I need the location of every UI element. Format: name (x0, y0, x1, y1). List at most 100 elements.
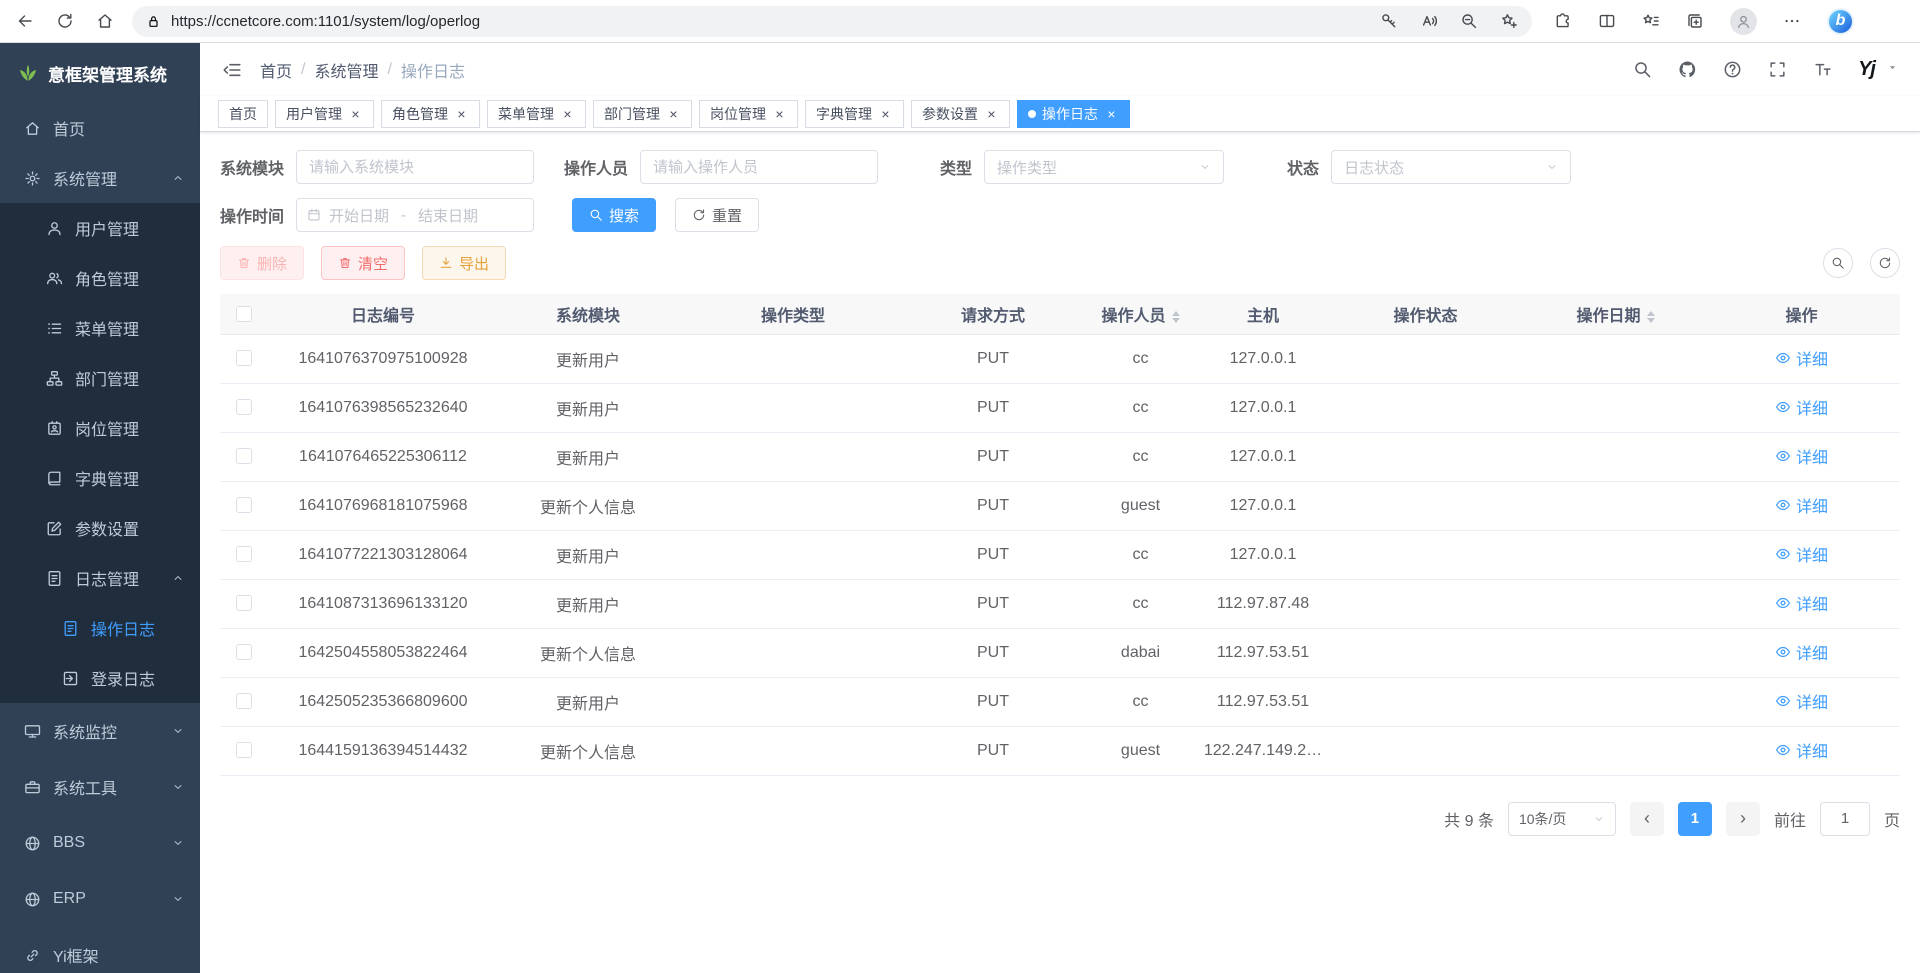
sidebar-item-home[interactable]: 首页 (0, 103, 200, 153)
tab-role-management[interactable]: 角色管理× (381, 100, 480, 128)
reset-button[interactable]: 重置 (675, 198, 759, 232)
operator-input[interactable] (653, 159, 865, 176)
avatar-caret-icon[interactable] (1887, 62, 1898, 73)
sidebar-item-param-settings[interactable]: 参数设置 (0, 503, 200, 553)
font-size-icon[interactable] (1813, 60, 1832, 79)
col-operator[interactable]: 操作人员 (1078, 294, 1203, 334)
user-avatar[interactable]: Yj (1858, 58, 1875, 81)
page-number-button[interactable]: 1 (1678, 802, 1712, 836)
extensions-icon[interactable] (1554, 12, 1572, 30)
tab-user-management[interactable]: 用户管理× (275, 100, 374, 128)
delete-button[interactable]: 删除 (220, 246, 304, 280)
row-checkbox[interactable] (236, 595, 252, 611)
goto-page-input[interactable] (1820, 802, 1870, 836)
collections-icon[interactable] (1686, 12, 1704, 30)
close-icon[interactable]: × (1104, 106, 1119, 121)
toggle-search-button[interactable] (1823, 248, 1853, 278)
detail-link[interactable]: 详细 (1775, 640, 1828, 664)
breadcrumb-home[interactable]: 首页 (260, 58, 292, 82)
close-icon[interactable]: × (666, 106, 681, 121)
detail-link[interactable]: 详细 (1775, 542, 1828, 566)
search-icon[interactable] (1633, 60, 1652, 79)
detail-link[interactable]: 详细 (1775, 689, 1828, 713)
copilot-icon[interactable]: b (1827, 8, 1854, 35)
sidebar-item-log-management[interactable]: 日志管理 (0, 553, 200, 603)
github-icon[interactable] (1678, 60, 1697, 79)
help-icon[interactable] (1723, 60, 1742, 79)
browser-refresh-button[interactable] (56, 12, 74, 30)
sidebar-collapse-icon[interactable] (222, 60, 242, 80)
close-icon[interactable]: × (348, 106, 363, 121)
tab-dept-management[interactable]: 部门管理× (593, 100, 692, 128)
detail-link[interactable]: 详细 (1775, 493, 1828, 517)
row-checkbox[interactable] (236, 644, 252, 660)
tab-home[interactable]: 首页 (218, 100, 268, 128)
page-size-select[interactable]: 10条/页 (1508, 802, 1616, 836)
fullscreen-icon[interactable] (1768, 60, 1787, 79)
col-date[interactable]: 操作日期 (1528, 294, 1703, 334)
detail-link[interactable]: 详细 (1775, 346, 1828, 370)
close-icon[interactable]: × (878, 106, 893, 121)
favorites-icon[interactable] (1642, 12, 1660, 30)
detail-link[interactable]: 详细 (1775, 395, 1828, 419)
sidebar-item-dept-management[interactable]: 部门管理 (0, 353, 200, 403)
clear-button[interactable]: 清空 (321, 246, 405, 280)
row-checkbox[interactable] (236, 448, 252, 464)
sidebar-item-erp[interactable]: ERP (0, 871, 200, 927)
date-range-picker[interactable]: 开始日期 - 结束日期 (296, 198, 534, 232)
sort-caret[interactable] (1172, 311, 1180, 323)
add-favorite-icon[interactable] (1500, 12, 1518, 30)
sidebar-item-system-management[interactable]: 系统管理 (0, 153, 200, 203)
sidebar-item-yi-framework[interactable]: Yi框架 (0, 927, 200, 973)
module-input[interactable] (309, 159, 521, 176)
detail-link[interactable]: 详细 (1775, 444, 1828, 468)
browser-home-button[interactable] (96, 12, 114, 30)
tab-menu-management[interactable]: 菜单管理× (487, 100, 586, 128)
row-checkbox[interactable] (236, 350, 252, 366)
type-select[interactable]: 操作类型 (984, 150, 1224, 184)
zoom-out-icon[interactable] (1460, 12, 1478, 30)
row-checkbox[interactable] (236, 742, 252, 758)
sidebar-item-post-management[interactable]: 岗位管理 (0, 403, 200, 453)
sort-caret[interactable] (1647, 311, 1655, 323)
breadcrumb-system[interactable]: 系统管理 (314, 58, 378, 82)
status-select[interactable]: 日志状态 (1331, 150, 1571, 184)
sidebar-item-menu-management[interactable]: 菜单管理 (0, 303, 200, 353)
password-key-icon[interactable] (1380, 12, 1398, 30)
close-icon[interactable]: × (984, 106, 999, 121)
select-all-checkbox[interactable] (236, 306, 252, 322)
sidebar-item-user-management[interactable]: 用户管理 (0, 203, 200, 253)
close-icon[interactable]: × (772, 106, 787, 121)
browser-back-button[interactable] (16, 12, 34, 30)
row-checkbox[interactable] (236, 399, 252, 415)
row-checkbox[interactable] (236, 546, 252, 562)
sidebar-item-system-monitor[interactable]: 系统监控 (0, 703, 200, 759)
detail-link[interactable]: 详细 (1775, 738, 1828, 762)
export-button[interactable]: 导出 (422, 246, 506, 280)
tab-post-management[interactable]: 岗位管理× (699, 100, 798, 128)
tab-dict-management[interactable]: 字典管理× (805, 100, 904, 128)
tab-param-settings[interactable]: 参数设置× (911, 100, 1010, 128)
refresh-table-button[interactable] (1870, 248, 1900, 278)
sidebar-item-dict-management[interactable]: 字典管理 (0, 453, 200, 503)
read-aloud-icon[interactable] (1420, 12, 1438, 30)
search-button[interactable]: 搜索 (572, 198, 656, 232)
sidebar-item-login-log[interactable]: 登录日志 (0, 653, 200, 703)
tab-operation-log[interactable]: 操作日志× (1017, 100, 1130, 128)
address-bar[interactable]: https://ccnetcore.com:1101/system/log/op… (132, 6, 1532, 37)
prev-page-button[interactable]: ‹ (1630, 802, 1664, 836)
browser-settings-menu-icon[interactable] (1783, 12, 1801, 30)
url-text[interactable]: https://ccnetcore.com:1101/system/log/op… (171, 13, 1370, 30)
split-screen-icon[interactable] (1598, 12, 1616, 30)
row-checkbox[interactable] (236, 497, 252, 513)
row-checkbox[interactable] (236, 693, 252, 709)
close-icon[interactable]: × (454, 106, 469, 121)
next-page-button[interactable]: › (1726, 802, 1760, 836)
detail-link[interactable]: 详细 (1775, 591, 1828, 615)
browser-profile-avatar[interactable] (1730, 8, 1757, 35)
sidebar-item-bbs[interactable]: BBS (0, 815, 200, 871)
close-icon[interactable]: × (560, 106, 575, 121)
sidebar-item-system-tools[interactable]: 系统工具 (0, 759, 200, 815)
sidebar-item-role-management[interactable]: 角色管理 (0, 253, 200, 303)
sidebar-item-operation-log[interactable]: 操作日志 (0, 603, 200, 653)
